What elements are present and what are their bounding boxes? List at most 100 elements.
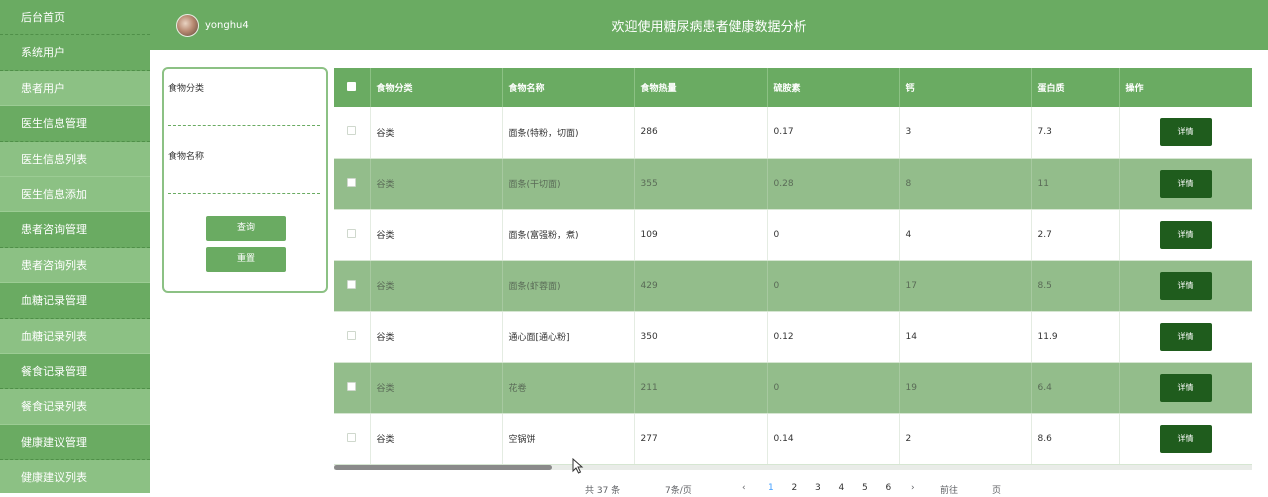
row-checkbox[interactable]	[347, 177, 357, 187]
actions-cell: 详情	[1119, 362, 1252, 414]
table-cell: 0	[767, 362, 900, 414]
next-page-button[interactable]: ›	[911, 483, 915, 493]
table-cell: 面条(富强粉，煮)	[502, 209, 635, 261]
actions-cell: 详情	[1119, 158, 1252, 210]
row-select-cell	[334, 311, 371, 363]
column-header[interactable]: 食物分类	[370, 68, 503, 107]
select-all-cell	[334, 68, 371, 107]
sidebar-item[interactable]: 医生信息列表	[0, 141, 150, 177]
page-number-button[interactable]: 3	[815, 483, 821, 493]
row-select-cell	[334, 362, 371, 414]
column-header[interactable]: 钙	[899, 68, 1032, 107]
sidebar-item[interactable]: 餐食记录列表	[0, 389, 150, 425]
scrollbar-thumb[interactable]	[334, 465, 552, 470]
page-unit-label: 页	[992, 486, 1002, 496]
table-cell: 花卷	[502, 362, 635, 414]
sidebar-item[interactable]: 健康建议管理	[0, 425, 150, 461]
category-input[interactable]	[168, 105, 320, 125]
pagination-total: 共 37 条	[585, 486, 621, 496]
sidebar-item[interactable]: 医生信息管理	[0, 106, 150, 142]
sidebar-item[interactable]: 系统用户	[0, 35, 150, 71]
table-cell: 3	[899, 107, 1032, 159]
prev-page-button[interactable]: ‹	[742, 483, 746, 493]
detail-button[interactable]: 详情	[1159, 424, 1212, 453]
actions-cell: 详情	[1119, 260, 1252, 312]
detail-button[interactable]: 详情	[1159, 271, 1212, 300]
row-checkbox[interactable]	[347, 381, 357, 391]
table-cell: 19	[899, 362, 1032, 414]
row-checkbox[interactable]	[347, 228, 357, 238]
row-checkbox[interactable]	[347, 330, 357, 340]
reset-button[interactable]: 重置	[206, 247, 286, 272]
table-cell: 0.28	[767, 158, 900, 210]
category-underline	[168, 125, 320, 126]
column-header: 操作	[1119, 68, 1252, 107]
select-all-checkbox[interactable]	[347, 81, 357, 91]
table-row: 谷类 面条(干切面) 355 0.28 8 11 详情	[334, 158, 1252, 210]
column-header[interactable]: 食物名称	[502, 68, 635, 107]
page-number-button[interactable]: 4	[839, 483, 845, 493]
table-cell: 通心面[通心粉]	[502, 311, 635, 363]
page-number-button[interactable]: 1	[768, 483, 774, 493]
page-title: 欢迎使用糖尿病患者健康数据分析	[611, 20, 807, 35]
sidebar-item[interactable]: 患者用户	[0, 70, 150, 107]
table-cell: 11.9	[1031, 311, 1120, 363]
table-cell: 谷类	[370, 362, 503, 414]
detail-button[interactable]: 详情	[1159, 322, 1212, 351]
table-cell: 429	[634, 260, 768, 312]
sidebar-item[interactable]: 患者咨询管理	[0, 212, 150, 248]
page-number-button[interactable]: 2	[792, 483, 798, 493]
page-number-button[interactable]: 6	[886, 483, 892, 493]
search-panel: 食物分类 食物名称 查询 重置	[162, 67, 328, 293]
table-cell: 355	[634, 158, 768, 210]
table-row: 谷类 面条(特粉，切面) 286 0.17 3 7.3 详情	[334, 107, 1252, 159]
category-label: 食物分类	[168, 84, 205, 94]
sidebar: 后台首页 系统用户 患者用户 医生信息管理 医生信息列表 医生信息添加 患者咨询管理 患者咨询…	[0, 0, 150, 493]
table-row: 谷类 面条(富强粉，煮) 109 0 4 2.7 详情	[334, 209, 1252, 261]
column-header[interactable]: 蛋白质	[1031, 68, 1120, 107]
table-cell: 谷类	[370, 413, 503, 465]
page-size-select[interactable]: 7条/页	[665, 483, 692, 496]
table-cell: 0.17	[767, 107, 900, 159]
sidebar-item[interactable]: 餐食记录管理	[0, 354, 150, 390]
top-header: yonghu4 欢迎使用糖尿病患者健康数据分析	[150, 0, 1268, 50]
horizontal-scrollbar[interactable]	[334, 465, 1252, 470]
detail-button[interactable]: 详情	[1159, 118, 1212, 147]
row-select-cell	[334, 209, 371, 261]
row-checkbox[interactable]	[347, 279, 357, 289]
table-cell: 17	[899, 260, 1032, 312]
table-cell: 0.12	[767, 311, 900, 363]
table-cell: 谷类	[370, 209, 503, 261]
mouse-cursor-icon	[572, 458, 584, 474]
table-cell: 2.7	[1031, 209, 1120, 261]
name-label: 食物名称	[168, 152, 205, 162]
detail-button[interactable]: 详情	[1159, 169, 1212, 198]
table-cell: 面条(虾蓉面)	[502, 260, 635, 312]
sidebar-item[interactable]: 后台首页	[0, 0, 150, 36]
table-cell: 谷类	[370, 107, 503, 159]
query-button[interactable]: 查询	[206, 216, 286, 241]
sidebar-item[interactable]: 患者咨询列表	[0, 247, 150, 284]
sidebar-item[interactable]: 医生信息添加	[0, 176, 150, 213]
name-input[interactable]	[168, 172, 320, 192]
row-select-cell	[334, 260, 371, 312]
table-cell: 谷类	[370, 158, 503, 210]
column-header[interactable]: 硫胺素	[767, 68, 900, 107]
table-cell: 7.3	[1031, 107, 1120, 159]
row-checkbox[interactable]	[347, 126, 357, 136]
detail-button[interactable]: 详情	[1159, 373, 1212, 402]
actions-cell: 详情	[1119, 209, 1252, 261]
column-header[interactable]: 食物热量	[634, 68, 768, 107]
row-checkbox[interactable]	[347, 432, 357, 442]
table-cell: 286	[634, 107, 768, 159]
table-cell: 4	[899, 209, 1032, 261]
detail-button[interactable]: 详情	[1159, 220, 1212, 249]
table-cell: 8	[899, 158, 1032, 210]
sidebar-item[interactable]: 血糖记录管理	[0, 283, 150, 319]
food-table: 食物分类 食物名称 食物热量 硫胺素 钙 蛋白质 操作 谷类 面条(特粉，切面) 2…	[334, 68, 1252, 465]
sidebar-item[interactable]: 健康建议列表	[0, 460, 150, 493]
goto-label: 前往	[940, 486, 959, 496]
table-cell: 277	[634, 413, 768, 465]
sidebar-item[interactable]: 血糖记录列表	[0, 318, 150, 354]
page-number-button[interactable]: 5	[862, 483, 868, 493]
